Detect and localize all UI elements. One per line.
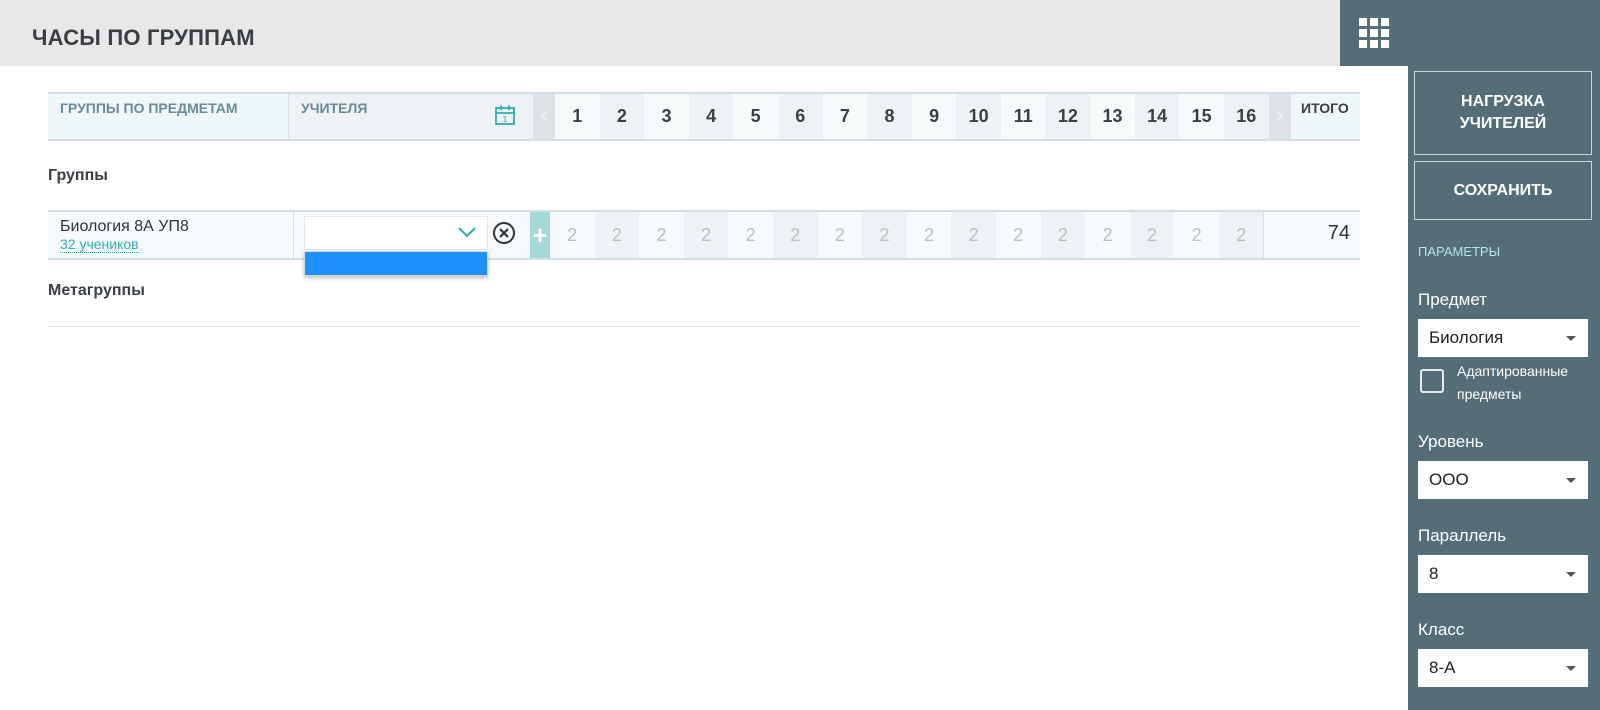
parallel-select[interactable]: 8 [1418, 555, 1588, 593]
grid-icon [1359, 18, 1389, 48]
hour-cell-week-9[interactable]: 2 [907, 212, 952, 258]
add-hours-button[interactable]: + [530, 212, 550, 258]
prev-weeks-arrow[interactable]: ‹ [533, 94, 555, 139]
chevron-down-icon [458, 227, 476, 238]
hour-cell-week-6[interactable]: 2 [773, 212, 818, 258]
hour-cell-week-4[interactable]: 2 [683, 212, 729, 258]
level-select[interactable]: ООО [1418, 461, 1588, 499]
section-divider [48, 326, 1360, 327]
hour-cell-week-10[interactable]: 2 [951, 212, 996, 258]
metagroups-section-title: Метагруппы [48, 282, 145, 299]
week-header-16: 16 [1224, 94, 1269, 139]
svg-text:1: 1 [502, 115, 507, 124]
hour-cell-week-12[interactable]: 2 [1040, 212, 1086, 258]
column-header-groups: ГРУППЫ ПО ПРЕДМЕТАМ [60, 100, 238, 116]
caret-down-icon [1566, 336, 1576, 341]
week-header-2: 2 [599, 94, 645, 139]
hour-cell-week-1[interactable]: 2 [550, 212, 595, 258]
column-divider [1263, 212, 1264, 258]
hour-cell-week-8[interactable]: 2 [862, 212, 907, 258]
column-header-total: ИТОГО [1301, 100, 1349, 116]
column-header-teachers: УЧИТЕЛЯ [301, 100, 368, 116]
teacher-select[interactable] [304, 216, 488, 250]
week-header-4: 4 [688, 94, 734, 139]
caret-down-icon [1566, 478, 1576, 483]
table-row: Биология 8А УП8 32 учеников + 2222222222… [48, 210, 1360, 260]
class-select-value: 8-А [1429, 658, 1456, 677]
hour-cell-week-5[interactable]: 2 [728, 212, 773, 258]
calendar-icon[interactable]: 1 [494, 104, 516, 126]
students-count-link[interactable]: 32 учеников [60, 237, 139, 253]
week-header-13: 13 [1090, 94, 1135, 139]
parallel-select-value: 8 [1429, 564, 1439, 583]
week-header-6: 6 [778, 94, 823, 139]
week-header-12: 12 [1045, 94, 1091, 139]
caret-down-icon [1566, 572, 1576, 577]
teachers-header-cell: УЧИТЕЛЯ 1 [288, 94, 533, 139]
subject-select[interactable]: Биология [1418, 319, 1588, 357]
clear-icon[interactable] [492, 221, 516, 245]
hour-cell-week-3[interactable]: 2 [639, 212, 684, 258]
page-header: ЧАСЫ ПО ГРУППАМ [0, 0, 1340, 66]
params-title: ПАРАМЕТРЫ [1418, 244, 1501, 259]
week-header-7: 7 [822, 94, 868, 139]
level-select-value: ООО [1429, 470, 1469, 489]
week-header-14: 14 [1134, 94, 1180, 139]
hour-cell-week-13[interactable]: 2 [1085, 212, 1130, 258]
subject-select-value: Биология [1429, 328, 1504, 347]
hour-cell-week-14[interactable]: 2 [1129, 212, 1175, 258]
week-header-9: 9 [911, 94, 957, 139]
groups-section-title: Группы [48, 167, 108, 184]
level-label: Уровень [1418, 432, 1484, 451]
caret-down-icon [1566, 666, 1576, 671]
parallel-label: Параллель [1418, 526, 1507, 545]
next-weeks-arrow[interactable]: › [1269, 94, 1291, 139]
hour-cell-week-15[interactable]: 2 [1174, 212, 1219, 258]
hour-cell-week-7[interactable]: 2 [818, 212, 863, 258]
hour-cell-week-11[interactable]: 2 [996, 212, 1041, 258]
adapted-subjects-checkbox[interactable] [1420, 369, 1444, 393]
class-label: Класс [1418, 620, 1465, 639]
teacher-dropdown-option-highlighted[interactable] [304, 251, 488, 276]
week-header-10: 10 [956, 94, 1001, 139]
adapted-subjects-label: Адаптированные предметы [1457, 363, 1569, 402]
class-select[interactable]: 8-А [1418, 649, 1588, 687]
week-header-15: 15 [1179, 94, 1224, 139]
week-header-5: 5 [733, 94, 778, 139]
hour-cell-week-2[interactable]: 2 [594, 212, 640, 258]
apps-grid-button[interactable] [1340, 0, 1408, 66]
subject-label: Предмет [1418, 290, 1488, 309]
week-header-8: 8 [867, 94, 912, 139]
row-total: 74 [1327, 222, 1350, 244]
week-header-3: 3 [644, 94, 689, 139]
column-divider [293, 212, 294, 258]
save-button[interactable]: СОХРАНИТЬ [1414, 161, 1592, 220]
table-header: ГРУППЫ ПО ПРЕДМЕТАМ УЧИТЕЛЯ 1 ‹ 12345678… [48, 92, 1360, 141]
sidebar: НАГРУЗКА УЧИТЕЛЕЙ СОХРАНИТЬ ПАРАМЕТРЫ Пр… [1408, 0, 1600, 710]
adapted-subjects-row: Адаптированные предметы [1420, 360, 1595, 406]
week-header-1: 1 [555, 94, 600, 139]
teacher-load-button[interactable]: НАГРУЗКА УЧИТЕЛЕЙ [1414, 71, 1592, 155]
week-header-11: 11 [1001, 94, 1046, 139]
hour-cell-week-16[interactable]: 2 [1219, 212, 1264, 258]
page-title: ЧАСЫ ПО ГРУППАМ [32, 25, 255, 50]
group-name: Биология 8А УП8 [60, 218, 189, 235]
